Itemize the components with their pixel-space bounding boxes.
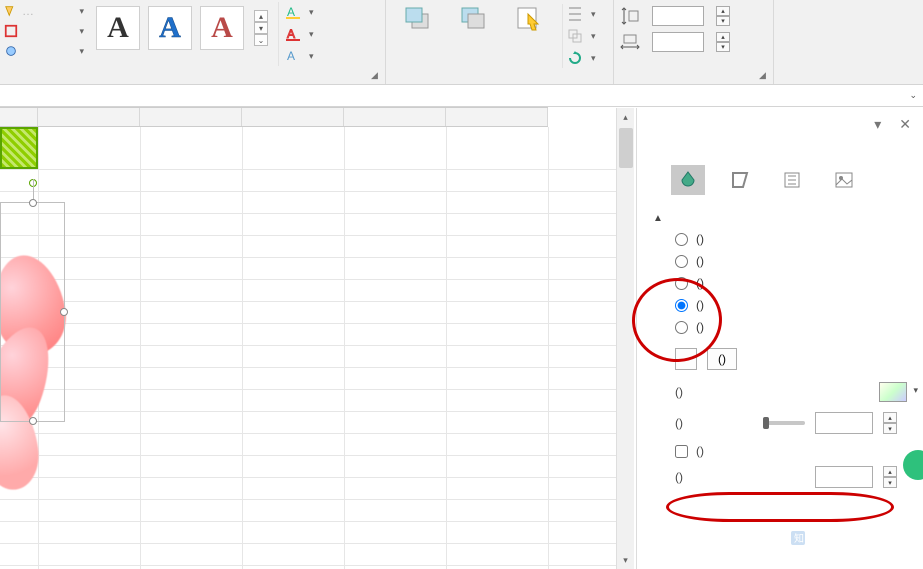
transparency-slider-thumb[interactable] (763, 417, 769, 429)
selection-pane-button[interactable] (504, 4, 556, 32)
effects-category-icon[interactable] (723, 165, 757, 195)
fill-line-category-icon[interactable] (671, 165, 705, 195)
transparency-slider[interactable] (763, 421, 805, 425)
svg-text:A: A (287, 27, 295, 41)
fill-section-header[interactable]: ▲ (653, 213, 911, 224)
scroll-up-arrow[interactable]: ▴ (617, 108, 634, 126)
group-objects-button[interactable]: ▾ (567, 26, 596, 46)
arrange-group: ▾ ▾ ▾ (386, 0, 614, 84)
column-header[interactable] (344, 108, 446, 126)
clipboard-button[interactable]: () (707, 348, 737, 370)
send-backward-button[interactable] (448, 4, 500, 32)
fill-picture-radio[interactable]: () (675, 298, 911, 312)
wordart-gallery-spin[interactable]: ▴▾⌄ (254, 10, 268, 46)
insert-image-button[interactable] (675, 348, 697, 370)
width-spinner[interactable]: ▴▾ (716, 32, 730, 52)
height-icon (620, 7, 640, 25)
fill-none-radio[interactable]: () (675, 232, 911, 246)
scroll-thumb[interactable] (619, 128, 633, 168)
wordart-preset-1[interactable]: A (96, 6, 140, 50)
picture-category-icon[interactable] (827, 165, 861, 195)
wordart-preset-2[interactable]: A (148, 6, 192, 50)
texture-picker[interactable] (879, 382, 907, 402)
text-effects-button[interactable]: A ▾ (285, 46, 314, 66)
resize-handle-top[interactable] (29, 199, 37, 207)
formula-bar-expand[interactable]: ⌄ (909, 90, 917, 101)
svg-text:知: 知 (794, 532, 804, 545)
column-header[interactable] (140, 108, 242, 126)
shape-effects-button[interactable]: ▾ (0, 42, 88, 60)
formula-bar-strip[interactable]: ⌄ (0, 85, 923, 107)
shape-outline-button[interactable]: ▾ (0, 22, 88, 40)
size-group: ▴▾ ▴▾ ◢ (614, 0, 774, 84)
resize-handle-bottom[interactable] (29, 417, 37, 425)
offset-left-label: () (675, 470, 753, 484)
fill-pattern-radio[interactable]: () (675, 320, 911, 334)
width-input[interactable] (652, 32, 704, 52)
size-group-label (620, 78, 767, 84)
height-spinner[interactable]: ▴▾ (716, 6, 730, 26)
fill-solid-radio[interactable]: () (675, 254, 911, 268)
offset-left-spinner[interactable]: ▴▾ (883, 466, 897, 488)
panel-dropdown-icon[interactable]: ▾ (874, 116, 881, 133)
svg-text:A: A (287, 49, 295, 63)
active-cell-highlight (0, 127, 38, 169)
texture-label: () (675, 385, 683, 399)
image-selection-frame[interactable] (0, 202, 65, 422)
tile-as-texture-checkbox[interactable]: () (649, 434, 911, 458)
scroll-down-arrow[interactable]: ▾ (617, 551, 634, 569)
offset-left-value-box[interactable] (815, 466, 873, 488)
wordart-dialog-launcher[interactable]: ◢ (371, 70, 383, 82)
column-header[interactable] (38, 108, 140, 126)
text-outline-button[interactable]: A ▾ (285, 24, 314, 44)
arrange-group-label (392, 78, 607, 84)
resize-handle-right[interactable] (60, 308, 68, 316)
text-fill-button[interactable]: A ▾ (285, 2, 314, 22)
ribbon: …▾ ▾ ▾ A A A ▴▾⌄ A ▾ (0, 0, 923, 85)
column-header[interactable] (446, 108, 548, 126)
width-icon (620, 33, 640, 51)
column-header[interactable] (242, 108, 344, 126)
wordart-preset-3[interactable]: A (200, 6, 244, 50)
size-dialog-launcher[interactable]: ◢ (759, 70, 771, 82)
column-headers (0, 107, 548, 127)
collapse-triangle-icon: ▲ (653, 213, 663, 224)
height-input[interactable] (652, 6, 704, 26)
transparency-label: () (675, 416, 753, 430)
wordart-styles-group: A A A ▴▾⌄ A ▾ A ▾ A ▾ (88, 0, 386, 84)
wordart-group-label (94, 78, 379, 84)
shape-fill-truncated[interactable]: …▾ (0, 2, 88, 20)
grid-vertical-scrollbar[interactable]: ▴ ▾ (616, 108, 634, 569)
spreadsheet-grid[interactable] (0, 127, 634, 569)
watermark-text: 知 (789, 529, 813, 547)
svg-text:A: A (287, 5, 295, 19)
rotate-button[interactable]: ▾ (567, 48, 596, 68)
align-button[interactable]: ▾ (567, 4, 596, 24)
panel-close-icon[interactable]: ✕ (899, 116, 911, 133)
fill-gradient-radio[interactable]: () (675, 276, 911, 290)
shape-styles-edge: …▾ ▾ ▾ (0, 0, 88, 60)
column-header-blank[interactable] (0, 108, 38, 126)
format-picture-panel: ▾ ✕ ▲ () () () (636, 108, 923, 569)
size-properties-category-icon[interactable] (775, 165, 809, 195)
transparency-spinner[interactable]: ▴▾ (883, 412, 897, 434)
transparency-value-box[interactable] (815, 412, 873, 434)
bring-forward-button[interactable] (392, 4, 444, 32)
